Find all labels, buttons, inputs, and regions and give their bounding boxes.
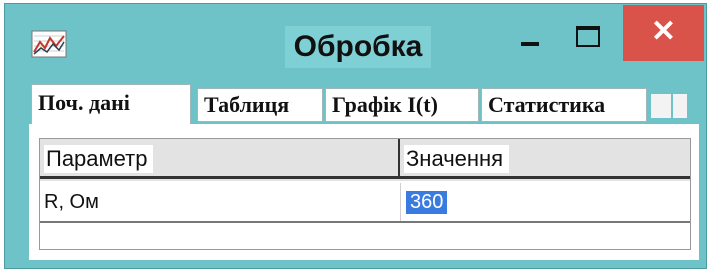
empty-row-area[interactable] — [40, 225, 690, 249]
tab-strip: Поч. дані Таблиця Графік I(t) Статистика — [29, 84, 687, 128]
tab-scroll-right-button[interactable] — [673, 94, 687, 118]
table-row[interactable]: R, Ом 360 — [40, 183, 690, 223]
close-icon: ✕ — [650, 15, 677, 48]
maximize-button[interactable] — [561, 4, 617, 76]
parameter-cell[interactable]: R, Ом — [44, 191, 99, 214]
tab-table[interactable]: Таблиця — [197, 88, 323, 122]
column-header-parameter[interactable]: Параметр — [40, 139, 400, 179]
window-title: Обробка — [285, 26, 431, 68]
minimize-button[interactable] — [505, 4, 561, 76]
column-divider — [400, 183, 401, 221]
tab-initial-data[interactable]: Поч. дані — [31, 84, 191, 124]
tab-scroll-buttons[interactable] — [651, 94, 691, 118]
tab-scroll-left-button[interactable] — [651, 94, 671, 118]
chart-icon[interactable] — [31, 28, 67, 60]
maximize-icon — [576, 26, 600, 47]
title-bar[interactable]: Обробка ✕ — [5, 4, 706, 80]
value-cell-selected[interactable]: 360 — [406, 191, 448, 214]
tab-graph[interactable]: Графік I(t) — [325, 88, 479, 122]
app-window: Обробка ✕ Поч. дані Таблиця Графік I(t) … — [4, 3, 707, 269]
minimize-icon — [521, 42, 539, 46]
tab-statistics[interactable]: Статистика — [481, 88, 647, 122]
column-header-value[interactable]: Значення — [400, 139, 690, 179]
grid-header: Параметр Значення — [40, 139, 690, 181]
parameters-grid[interactable]: Параметр Значення R, Ом 360 — [39, 138, 691, 250]
close-button[interactable]: ✕ — [623, 5, 704, 61]
tab-panel: Параметр Значення R, Ом 360 — [29, 124, 699, 260]
